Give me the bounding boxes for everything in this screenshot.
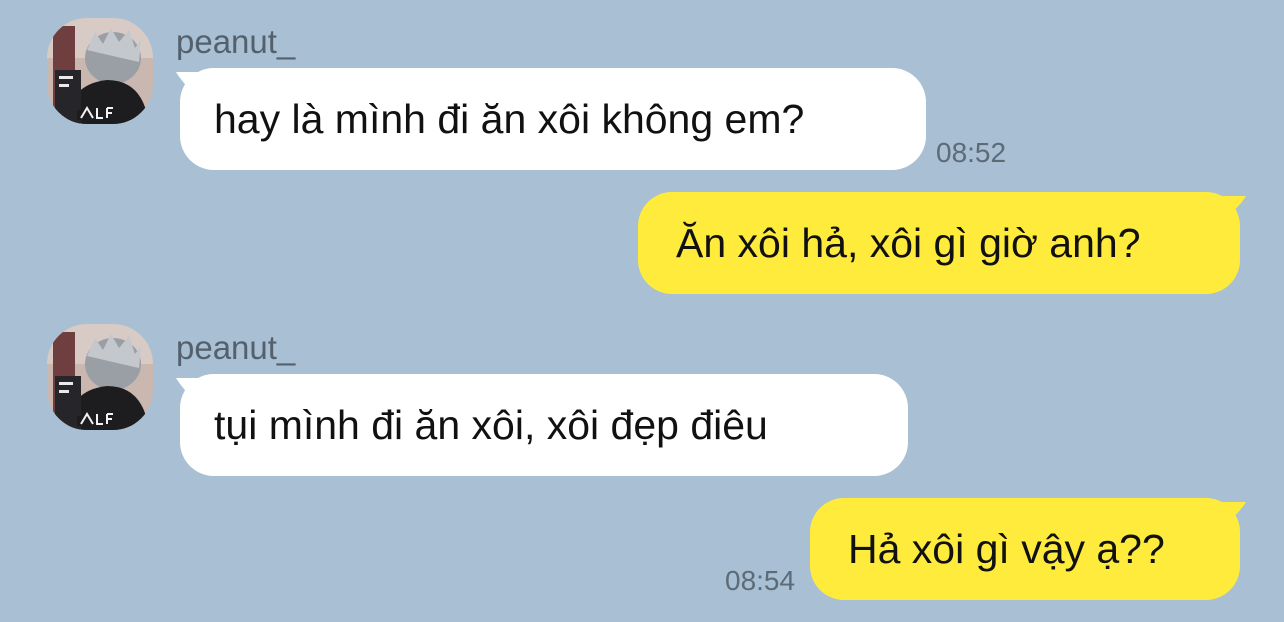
profile-photo-icon bbox=[47, 324, 153, 430]
message-text: Ăn xôi hả, xôi gì giờ anh? bbox=[676, 220, 1141, 266]
sender-name: peanut_ bbox=[176, 23, 296, 60]
incoming-message-bubble[interactable]: hay là mình đi ăn xôi không em? bbox=[180, 68, 926, 170]
message-text: hay là mình đi ăn xôi không em? bbox=[214, 96, 805, 142]
sender-avatar[interactable] bbox=[47, 18, 153, 124]
message-timestamp: 08:54 bbox=[725, 565, 796, 596]
profile-photo-icon bbox=[47, 18, 153, 124]
sender-avatar[interactable] bbox=[47, 324, 153, 430]
sender-name: peanut_ bbox=[176, 329, 296, 366]
outgoing-message-bubble[interactable]: Ăn xôi hả, xôi gì giờ anh? bbox=[638, 192, 1240, 294]
outgoing-message-bubble[interactable]: Hả xôi gì vậy ạ?? bbox=[810, 498, 1240, 600]
message-text: Hả xôi gì vậy ạ?? bbox=[848, 526, 1165, 572]
incoming-message-bubble[interactable]: tụi mình đi ăn xôi, xôi đẹp điêu bbox=[180, 374, 908, 476]
message-text: tụi mình đi ăn xôi, xôi đẹp điêu bbox=[214, 402, 768, 448]
message-timestamp: 08:52 bbox=[936, 137, 1007, 168]
